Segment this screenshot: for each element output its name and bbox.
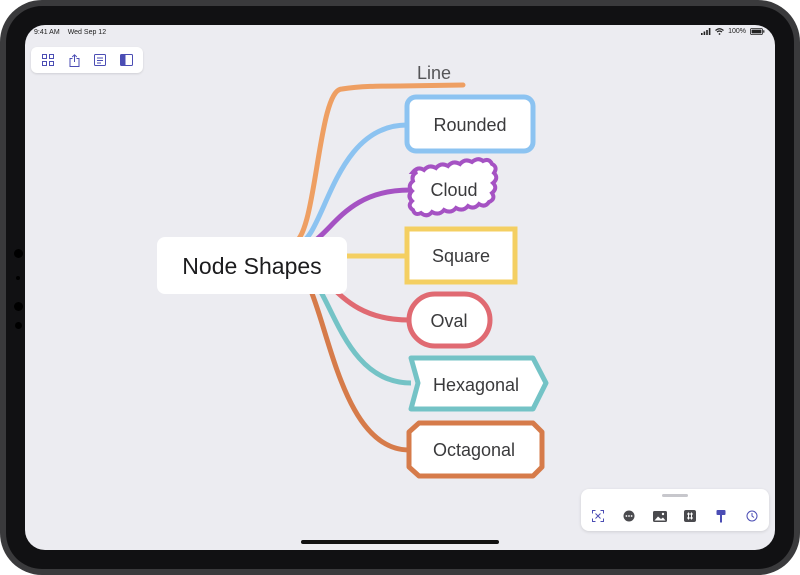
panel-grabber[interactable]: [662, 494, 688, 497]
node-square-label: Square: [432, 246, 490, 266]
image-icon[interactable]: [651, 507, 669, 525]
focus-icon[interactable]: [589, 507, 607, 525]
bottom-tool-panel: [581, 489, 769, 531]
sensor-dot-lower: [15, 322, 22, 329]
home-indicator[interactable]: [301, 540, 499, 544]
node-cloud-label: Cloud: [430, 180, 477, 200]
camera-icon: [14, 249, 23, 258]
central-topic-label: Node Shapes: [182, 253, 321, 279]
sensor-icon: [14, 302, 23, 311]
ipad-device-frame: 9:41 AM Wed Sep 12 100% Node Shapes Line…: [0, 0, 800, 575]
branch-octagonal: [292, 266, 410, 453]
node-rounded-label: Rounded: [433, 115, 506, 135]
node-oval-label: Oval: [430, 311, 467, 331]
format-icon[interactable]: [712, 507, 730, 525]
node-octagonal-label: Octagonal: [433, 440, 515, 460]
sticker-icon[interactable]: [681, 507, 699, 525]
app-screen: 9:41 AM Wed Sep 12 100% Node Shapes Line…: [25, 25, 775, 550]
node-line-label[interactable]: Line: [417, 63, 451, 83]
mindmap-canvas: Node Shapes Line Rounded Cloud Square Ov…: [157, 63, 549, 479]
more-icon[interactable]: [620, 507, 638, 525]
sensor-dot: [16, 276, 20, 280]
timer-icon[interactable]: [743, 507, 761, 525]
node-hexagonal-label: Hexagonal: [433, 375, 519, 395]
